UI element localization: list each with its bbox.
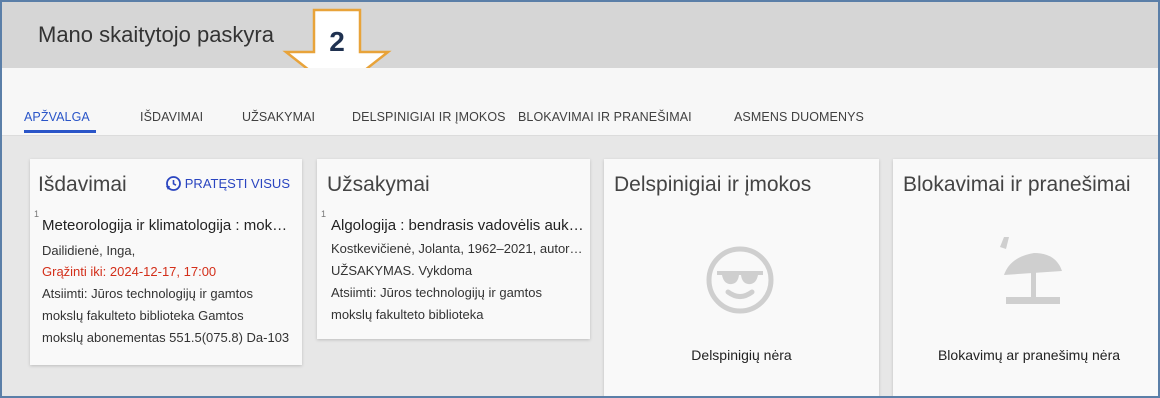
active-tab-indicator [24,130,96,133]
request-item-title[interactable]: Algologija : bendrasis vadovėlis auk… [331,217,585,234]
tab-fines[interactable]: DELSPINIGIAI IR ĮMOKOS [352,110,506,124]
sunglasses-face-icon [706,246,774,314]
request-item-author: Kostkevičienė, Jolanta, 1962–2021, autor… [331,241,583,256]
renew-icon [165,176,181,191]
tab-bar: APŽVALGA IŠDAVIMAI UŽSAKYMAI DELSPINIGIA… [2,68,1158,136]
fines-empty-text: Delspinigių nėra [691,347,792,363]
tab-overview[interactable]: APŽVALGA [24,110,90,124]
loan-item-location-line: mokslų fakulteto biblioteka Gamtos [42,308,244,323]
request-item-index: 1 [321,209,327,219]
page-title: Mano skaitytojo paskyra [38,22,274,47]
page-header: Mano skaitytojo paskyra [2,2,1158,68]
blocks-card-title: Blokavimai ir pranešimai [903,173,1131,196]
loan-item-title[interactable]: Meteorologija ir klimatologija : mok… [42,217,294,234]
loan-item-location-line: mokslų abonementas 551.5(075.8) Da-103 [42,330,290,345]
loan-item-location-line: Atsiimti: Jūros technologijų ir gamtos [42,286,253,301]
blocks-card: Blokavimai ir pranešimai Blokavimų ar pr… [893,159,1158,396]
tab-requests[interactable]: UŽSAKYMAI [242,110,315,124]
loans-card: Išdavimai PRATĘSTI VISUS 1 Meteorologija… [30,159,302,365]
loan-item-index: 1 [34,209,40,219]
request-item-location-line: mokslų fakulteto biblioteka [331,307,484,322]
blocks-empty-text: Blokavimų ar pranešimų nėra [937,347,1121,363]
requests-card-title: Užsakymai [327,173,430,196]
loan-item-author: Dailidienė, Inga, [42,243,136,258]
request-item-location-line: Atsiimti: Jūros technologijų ir gamtos [331,285,542,300]
requests-card: Užsakymai 1 Algologija : bendrasis vadov… [317,159,590,339]
beach-umbrella-icon [1000,237,1062,304]
renew-all-button[interactable]: PRATĘSTI VISUS [165,175,290,192]
loan-item-due-date: Grąžinti iki: 2024-12-17, 17:00 [42,264,217,279]
tab-blocks[interactable]: BLOKAVIMAI IR PRANEŠIMAI [518,110,692,124]
callout-number: 2 [329,26,345,57]
renew-all-label: PRATĘSTI VISUS [184,176,290,191]
tab-personal-details[interactable]: ASMENS DUOMENYS [734,110,864,124]
app-frame: Mano skaitytojo paskyra 2 APŽVALGA IŠDAV… [0,0,1160,398]
request-item-status: UŽSAKYMAS. Vykdoma [331,263,473,278]
tab-loans[interactable]: IŠDAVIMAI [140,110,203,124]
fines-card-title: Delspinigiai ir įmokos [614,173,812,196]
loans-card-title: Išdavimai [38,173,127,196]
fines-card: Delspinigiai ir įmokos Delspinigių nėra [604,159,879,396]
